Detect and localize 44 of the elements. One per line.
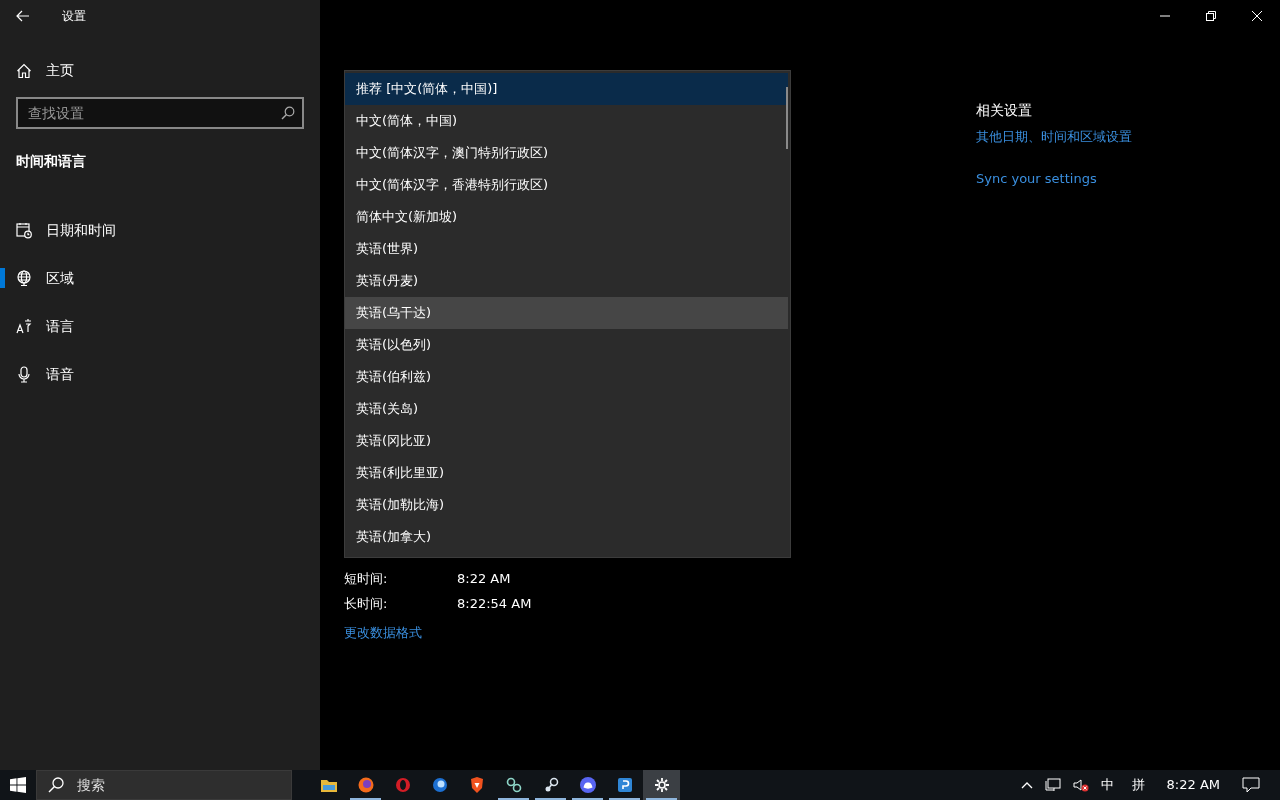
chain-link-icon	[504, 776, 523, 794]
clock[interactable]: 8:22 AM	[1160, 770, 1226, 800]
close-icon	[1252, 11, 1262, 21]
muted-speaker-icon	[1072, 778, 1089, 792]
related-link[interactable]: Sync your settings	[976, 168, 1132, 188]
format-label: 短时间:	[344, 569, 389, 588]
related-link[interactable]: 其他日期、时间和区域设置	[976, 127, 1132, 147]
taskbar-search-field[interactable]: 搜索	[36, 770, 292, 800]
related-settings-heading: 相关设置	[976, 101, 1033, 120]
section-heading: 时间和语言	[16, 152, 87, 171]
back-arrow-icon	[16, 10, 30, 22]
network-icon	[1044, 778, 1061, 792]
format-value: 8:22 AM	[457, 569, 511, 588]
taskbar-app-button[interactable]	[643, 770, 680, 800]
format-value: 8:22:54 AM	[457, 594, 532, 613]
search-icon	[281, 106, 295, 120]
format-label: 长时间:	[344, 594, 389, 613]
scrollbar-thumb[interactable]	[786, 87, 788, 149]
calendar-clock-icon	[16, 221, 32, 239]
home-icon	[16, 62, 32, 79]
globe-icon	[16, 269, 32, 287]
nav-item[interactable]: 日期和时间	[0, 206, 320, 254]
language-icon	[16, 317, 32, 335]
nav-item[interactable]: 区域	[0, 254, 320, 302]
restore-icon	[1206, 11, 1216, 21]
input-mode-button[interactable]: 中	[1094, 770, 1120, 800]
speech-bubble-icon	[1242, 777, 1260, 793]
home-link[interactable]: 主页	[16, 56, 74, 85]
app-icon	[615, 776, 634, 794]
dropdown-option[interactable]: 英语(乌干达)	[345, 297, 788, 329]
chevron-up-icon	[1020, 781, 1033, 789]
gear-icon	[652, 776, 671, 794]
search-field[interactable]: 查找设置	[16, 97, 304, 129]
input-method-button[interactable]: 拼	[1125, 770, 1151, 800]
ring-icon	[393, 776, 412, 794]
change-formats-link[interactable]: 更改数据格式	[344, 622, 422, 642]
search-icon	[48, 777, 64, 793]
window-title: 设置	[61, 8, 86, 25]
dropdown-option[interactable]: 推荐 [中文(简体，中国)]	[345, 73, 788, 105]
nav-item[interactable]: 语言	[0, 302, 320, 350]
microphone-icon	[16, 365, 32, 383]
orb-icon	[430, 776, 449, 794]
nav-item[interactable]: 语音	[0, 350, 320, 398]
windows-logo-icon	[10, 777, 26, 793]
